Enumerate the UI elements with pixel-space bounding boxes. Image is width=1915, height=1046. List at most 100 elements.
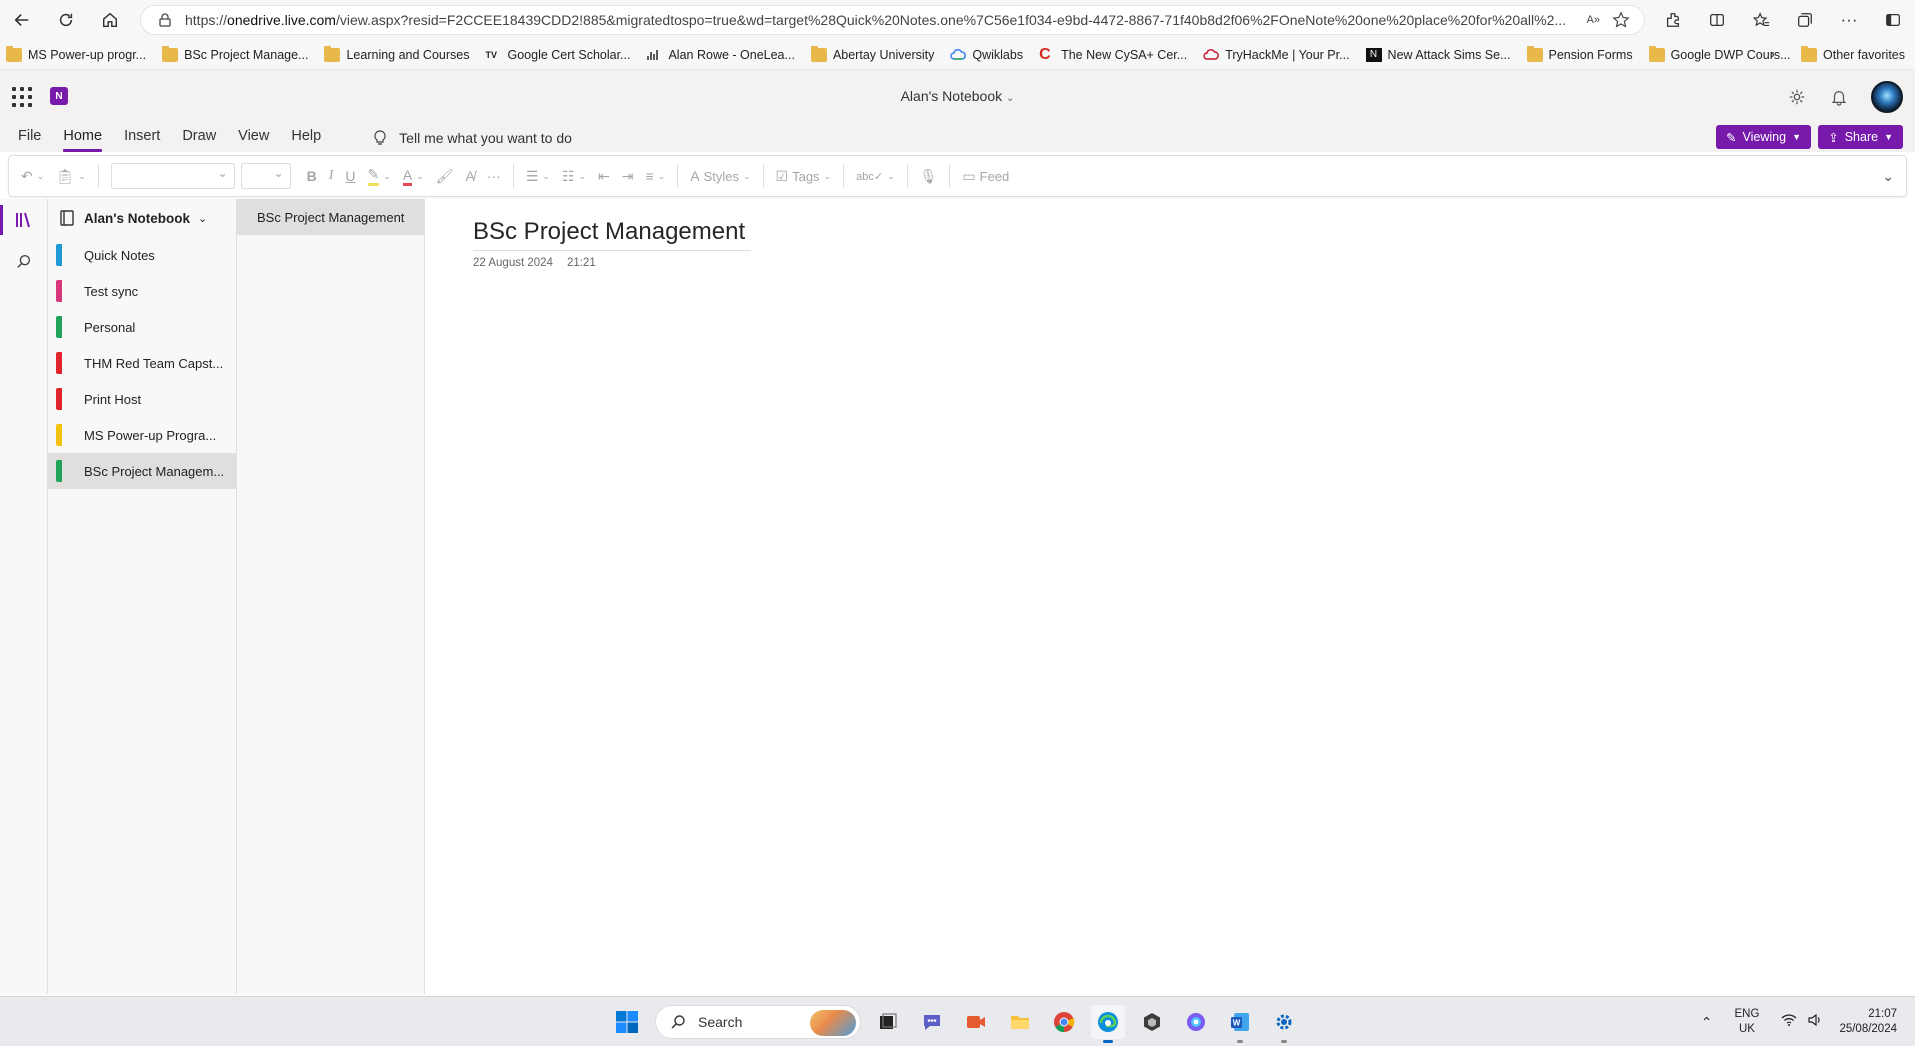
bold-button[interactable]: B [307,168,317,184]
camera-app-icon[interactable] [959,1005,993,1039]
ribbon-expand-chevron-icon[interactable]: ⌄ [1882,168,1894,185]
teams-chat-icon[interactable] [915,1005,949,1039]
chevron-right-icon[interactable]: › [1770,46,1775,64]
tab-home[interactable]: Home [63,124,102,152]
section-color-tab [56,388,62,410]
refresh-icon[interactable] [44,0,88,40]
feed-button[interactable]: ▭ Feed [962,168,1009,185]
url-text[interactable]: https://onedrive.live.com/view.aspx?resi… [185,12,1587,28]
align-button[interactable]: ≡ ⌄ [646,168,666,184]
search-icon [671,1015,685,1029]
cloud-icon [950,48,967,62]
bookmark-folder[interactable]: Pension Forms [1526,45,1633,62]
tab-file[interactable]: File [18,124,41,152]
home-icon[interactable] [88,0,132,40]
address-bar[interactable]: https://onedrive.live.com/view.aspx?resi… [140,5,1645,35]
navigation-rail [0,199,48,994]
dictate-button[interactable]: 🎙︎ [920,168,938,185]
tell-me-search[interactable]: Tell me what you want to do [373,130,572,146]
decrease-indent-button[interactable]: ⇤ [598,168,610,185]
bookmark-link[interactable]: Alan Rowe - OneLea... [646,48,795,62]
page-canvas[interactable]: BSc Project Management 22 August 2024 21:… [425,199,1915,994]
share-button[interactable]: ⇪ Share ▼ [1818,125,1903,149]
sidebar-toggle-icon[interactable] [1871,0,1915,40]
bookmark-folder[interactable]: Abertay University [810,45,934,62]
notifications-bell-icon[interactable] [1829,87,1849,107]
section-personal[interactable]: Personal [48,309,236,345]
styles-button[interactable]: A Styles ⌄ [690,168,750,184]
task-view-icon[interactable] [871,1005,905,1039]
wifi-icon[interactable] [1781,1013,1797,1032]
favorite-star-icon[interactable] [1612,11,1630,29]
notebook-switcher[interactable]: Alan's Notebook ⌄ [48,199,236,237]
bookmark-folder[interactable]: Learning and Courses [324,45,469,62]
more-options-button[interactable]: ··· [487,168,501,184]
bookmark-link[interactable]: N New Attack Sims Se... [1365,47,1511,62]
italic-button[interactable]: I [329,168,334,184]
volume-icon[interactable] [1807,1013,1823,1032]
tab-insert[interactable]: Insert [124,124,160,152]
app-cube-icon[interactable] [1135,1005,1169,1039]
chrome-icon[interactable] [1047,1005,1081,1039]
tab-view[interactable]: View [238,124,269,152]
other-favorites[interactable]: Other favorites [1801,45,1905,62]
underline-button[interactable]: U [345,168,355,184]
section-thm-red-team[interactable]: THM Red Team Capst... [48,345,236,381]
folder-icon [162,45,179,62]
settings-gear-icon[interactable] [1787,87,1807,107]
section-test-sync[interactable]: Test sync [48,273,236,309]
format-painter-button[interactable]: 🖌︎ [436,168,454,185]
section-ms-power-up[interactable]: MS Power-up Progra... [48,417,236,453]
word-icon[interactable]: W [1223,1005,1257,1043]
language-indicator[interactable]: ENG UK [1735,1007,1760,1037]
bullets-button[interactable]: ☰ ⌄ [526,168,550,185]
clear-formatting-button[interactable]: A̸ [465,168,474,184]
section-print-host[interactable]: Print Host [48,381,236,417]
collections-icon[interactable] [1783,0,1827,40]
favorites-icon[interactable] [1739,0,1783,40]
tab-draw[interactable]: Draw [182,124,216,152]
avatar[interactable] [1871,81,1903,113]
back-icon[interactable] [0,0,44,40]
extensions-icon[interactable] [1651,0,1695,40]
section-quick-notes[interactable]: Quick Notes [48,237,236,273]
page-title[interactable]: BSc Project Management [473,218,752,251]
taskbar-search[interactable]: Search [655,1005,861,1039]
split-screen-icon[interactable] [1695,0,1739,40]
divider [677,164,679,188]
numbering-button[interactable]: ☷ ⌄ [562,168,586,185]
copilot-icon[interactable] [1179,1005,1213,1039]
page-item-bsc-project-management[interactable]: BSc Project Management [237,199,424,235]
more-icon[interactable]: ··· [1827,0,1871,40]
font-color-button[interactable]: A ⌄ [402,167,424,186]
read-aloud-icon[interactable]: A» [1587,11,1600,29]
show-hidden-icons-chevron-icon[interactable]: ⌃ [1701,1014,1713,1030]
clock[interactable]: 21:07 25/08/2024 [1839,1007,1897,1037]
file-explorer-icon[interactable] [1003,1005,1037,1039]
notebook-title[interactable]: Alan's Notebook ⌄ [0,88,1915,104]
undo-button[interactable]: ↶ ⌄ [21,168,44,185]
search-nav-button[interactable] [0,241,48,283]
font-family-select[interactable] [110,163,235,189]
bookmark-link[interactable]: Qwiklabs [950,48,1023,62]
bookmark-link[interactable]: TryHackMe | Your Pr... [1203,48,1350,62]
bookmark-link[interactable]: TV Google Cert Scholar... [485,48,630,62]
windows-start-icon[interactable] [609,1004,645,1040]
edge-browser-icon[interactable] [1091,1005,1125,1043]
viewing-mode-button[interactable]: ✎ Viewing ▼ [1716,125,1811,149]
clipboard-button[interactable]: 📋︎ ⌄ [56,168,85,185]
bookmark-link[interactable]: C The New CySA+ Cer... [1039,46,1187,62]
highlight-button[interactable]: ✎ ⌄ [367,166,391,186]
spelling-button[interactable]: abc✓ ⌄ [856,170,895,183]
increase-indent-button[interactable]: ⇥ [622,168,634,185]
font-size-select[interactable] [240,163,291,189]
tags-button[interactable]: ☑ Tags ⌄ [776,168,832,185]
bookmark-folder[interactable]: MS Power-up progr... [6,45,146,62]
lock-icon[interactable] [157,12,173,28]
notebooks-nav-button[interactable] [0,199,48,241]
bookmark-folder[interactable]: BSc Project Manage... [162,45,308,62]
tab-help[interactable]: Help [291,124,321,152]
section-bsc-project-management[interactable]: BSc Project Managem... [48,453,236,489]
divider [949,164,951,188]
settings-app-icon[interactable] [1267,1005,1301,1043]
